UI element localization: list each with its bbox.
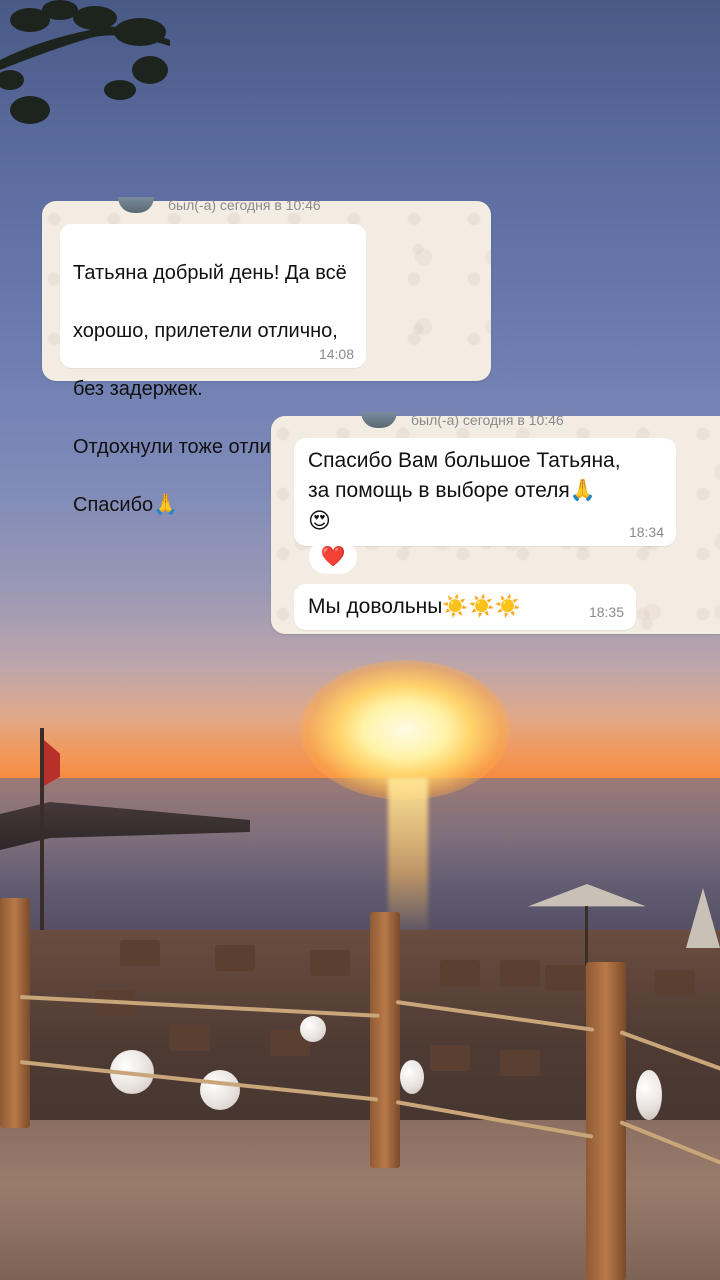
heart-reaction: ❤️ [309, 540, 357, 574]
rope-buoy [200, 1070, 240, 1110]
contact-avatar [118, 197, 154, 213]
umbrella-pole [585, 906, 588, 966]
message-time: 18:35 [588, 604, 624, 620]
sun-lounger [310, 950, 350, 976]
contact-avatar [361, 412, 397, 428]
contact-status-row: был(-а) сегодня в 10:46 [118, 197, 321, 213]
chat-screenshot-1: был(-а) сегодня в 10:46 Татьяна добрый д… [42, 197, 491, 516]
fence-post [370, 912, 400, 1168]
rope-buoy [400, 1060, 424, 1094]
outgoing-message: Мы довольны☀️☀️☀️ 18:35 [294, 584, 636, 630]
message-time: 18:34 [628, 524, 664, 540]
sun-lounger [500, 1050, 540, 1076]
message-line: Спасибо Вам большое Татьяна, [308, 449, 621, 472]
sun-lounger [430, 1045, 470, 1071]
fence-post [0, 898, 30, 1128]
message-line: без задержек. [73, 378, 203, 400]
message-line: за помощь в выборе отеля🙏 [308, 479, 596, 502]
message-line: хорошо, прилетели отлично, [73, 320, 338, 342]
heart-icon: ❤️ [320, 546, 346, 568]
outgoing-message: Спасибо Вам большое Татьяна, за помощь в… [294, 438, 676, 546]
flag-pole [40, 728, 44, 958]
sun-lounger [440, 960, 480, 986]
rope-buoy [636, 1070, 662, 1120]
sun-lounger [120, 940, 160, 966]
message-time: 14:08 [318, 346, 354, 362]
last-seen-status: был(-а) сегодня в 10:46 [411, 412, 564, 428]
last-seen-status: был(-а) сегодня в 10:46 [168, 197, 321, 213]
message-emoji: 😍 [308, 508, 331, 533]
message-line: Татьяна добрый день! Да всё [73, 262, 347, 284]
sun-lounger [215, 945, 255, 971]
message-text: Мы довольны☀️☀️☀️ [308, 595, 521, 618]
rope-buoy [300, 1016, 326, 1042]
sun-lounger [170, 1025, 210, 1051]
tree-branches-decoration [0, 0, 170, 124]
sun-lounger [500, 960, 540, 986]
contact-status-row: был(-а) сегодня в 10:46 [361, 412, 564, 428]
sun-lounger [655, 970, 695, 996]
chat-screenshot-2: был(-а) сегодня в 10:46 Спасибо Вам боль… [271, 412, 720, 634]
incoming-message: Татьяна добрый день! Да всё хорошо, прил… [60, 224, 366, 516]
sun-lounger [545, 965, 585, 991]
